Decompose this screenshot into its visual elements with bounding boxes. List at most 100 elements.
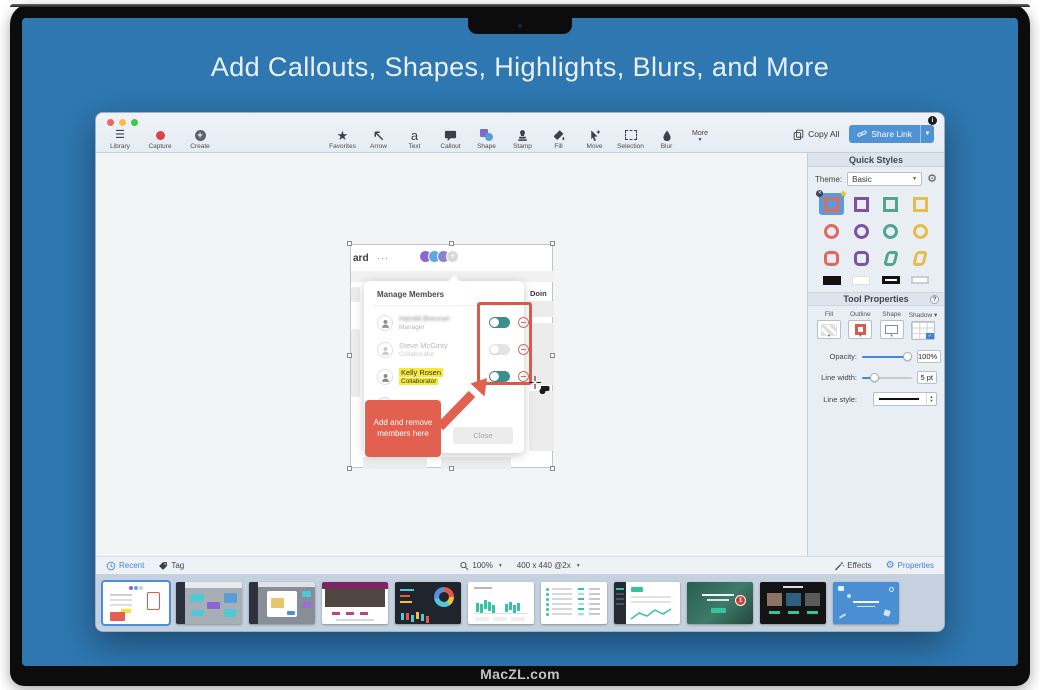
tool-favorites[interactable]: ★ Favorites xyxy=(329,128,356,150)
line-width-value[interactable]: 5 pt xyxy=(917,371,937,384)
style-swatch-circle-red[interactable] xyxy=(819,220,844,242)
style-swatch-outline-black[interactable] xyxy=(878,274,903,286)
resize-handle-e[interactable] xyxy=(550,353,555,358)
callout-tool-cursor xyxy=(529,376,551,394)
zoom-control[interactable]: 100% ▼ xyxy=(459,561,502,571)
outline-property[interactable]: Outline ▼ xyxy=(847,311,873,340)
theme-gear-icon[interactable]: ⚙ xyxy=(927,174,937,185)
thumbnail-dark-dashboard[interactable] xyxy=(395,582,461,624)
resize-handle-n[interactable] xyxy=(449,241,454,246)
fill-property[interactable]: Fill ▼ xyxy=(816,311,842,340)
window-toolbar: ☰ Library Capture + Create ★ F xyxy=(96,113,944,153)
thumbnail-nature-hero[interactable]: 1 xyxy=(687,582,753,624)
shape-property[interactable]: Shape ▼ xyxy=(879,311,905,340)
resize-handle-nw[interactable] xyxy=(347,241,352,246)
copy-all-button[interactable]: Copy All xyxy=(793,129,839,140)
arrow-icon xyxy=(372,128,385,142)
traffic-lights xyxy=(107,119,138,126)
style-swatch-slant-yellow[interactable] xyxy=(908,247,933,269)
tool-arrow[interactable]: Arrow xyxy=(365,128,392,150)
tool-callout[interactable]: Callout xyxy=(437,128,464,150)
tool-fill[interactable]: Fill xyxy=(545,128,572,150)
callout-icon xyxy=(444,128,457,142)
create-button[interactable]: + Create xyxy=(184,129,216,150)
tool-move[interactable]: Move xyxy=(581,128,608,150)
line-style-select[interactable]: ▲▼ xyxy=(873,392,937,406)
effects-button[interactable]: Effects xyxy=(834,561,871,571)
tool-text[interactable]: a Text xyxy=(401,128,428,150)
member-role-highlighted: Collaborator xyxy=(399,378,438,385)
shadow-property[interactable]: Shadow ▾ ✓ xyxy=(910,311,936,340)
info-icon[interactable]: i xyxy=(928,116,937,125)
edited-image[interactable]: ard ··· + Doin Manage Members xyxy=(350,244,553,468)
resize-handle-se[interactable] xyxy=(550,466,555,471)
resize-handle-s[interactable] xyxy=(449,466,454,471)
theme-select[interactable]: Basic ▼ xyxy=(847,172,922,186)
style-swatch-filled-white[interactable] xyxy=(849,274,874,286)
tool-shape[interactable]: Shape xyxy=(473,128,500,150)
status-bar: Recent Tag 100% ▼ 400 x 440 @2x xyxy=(96,556,944,574)
tag-button[interactable]: Tag xyxy=(158,561,184,571)
style-swatch-square-teal[interactable] xyxy=(878,193,903,215)
user-avatar-icon xyxy=(377,342,393,358)
thumbnail-snagit-welcome[interactable] xyxy=(833,582,899,624)
thumbnail-manage-members[interactable] xyxy=(103,582,169,624)
style-swatch-square-purple[interactable] xyxy=(849,193,874,215)
thumbnail-admin-dashboard[interactable] xyxy=(614,582,680,624)
minimize-window-button[interactable] xyxy=(119,119,126,126)
style-swatch-circle-purple[interactable] xyxy=(849,220,874,242)
style-swatch-circle-teal[interactable] xyxy=(878,220,903,242)
thumbnail-product-grid[interactable] xyxy=(760,582,826,624)
opacity-slider[interactable] xyxy=(862,352,912,361)
blur-icon xyxy=(661,128,673,142)
style-swatch-slant-teal[interactable] xyxy=(878,247,903,269)
right-panel: Quick Styles Theme: Basic ▼ ⚙ ✕ ★ xyxy=(807,153,944,556)
zoom-window-button[interactable] xyxy=(131,119,138,126)
remove-style-icon[interactable]: ✕ xyxy=(816,190,823,197)
record-icon xyxy=(156,131,165,140)
board-avatars: + xyxy=(419,250,459,263)
user-avatar-icon xyxy=(377,369,393,385)
share-link-button[interactable]: Share Link xyxy=(849,125,920,143)
library-button[interactable]: ☰ Library xyxy=(104,129,136,150)
resize-handle-w[interactable] xyxy=(347,353,352,358)
style-swatch-filled-black[interactable] xyxy=(819,274,844,286)
member-name: Steve McGinty xyxy=(399,341,448,350)
tool-more[interactable]: More ▼ xyxy=(689,130,711,150)
link-icon xyxy=(857,129,867,139)
canvas-size-control[interactable]: 400 x 440 @2x ▼ xyxy=(517,561,581,570)
line-width-label: Line width: xyxy=(815,373,857,382)
tag-icon xyxy=(158,561,168,571)
style-swatch-square-yellow[interactable] xyxy=(908,193,933,215)
opacity-value[interactable]: 100% xyxy=(917,350,941,363)
hero-title: Add Callouts, Shapes, Highlights, Blurs,… xyxy=(22,52,1018,83)
solid-line-icon xyxy=(879,398,919,400)
thumbnail-purple-website[interactable] xyxy=(322,582,388,624)
properties-button[interactable]: ⚙ Properties xyxy=(886,561,934,571)
thumbnail-table-report[interactable] xyxy=(541,582,607,624)
editor-canvas: ard ··· + Doin Manage Members xyxy=(96,153,807,556)
tool-selection[interactable]: Selection xyxy=(617,128,644,150)
capture-button[interactable]: Capture xyxy=(144,129,176,150)
thumbnail-kanban-board[interactable] xyxy=(176,582,242,624)
close-window-button[interactable] xyxy=(107,119,114,126)
style-swatch-rounded-red[interactable] xyxy=(819,247,844,269)
help-icon[interactable]: ? xyxy=(930,295,939,304)
chevron-down-icon: ▼ xyxy=(576,563,581,569)
share-link-dropdown[interactable]: ▼ xyxy=(920,125,934,143)
laptop-frame: Add Callouts, Shapes, Highlights, Blurs,… xyxy=(10,4,1030,686)
annotation-callout[interactable]: Add and remove members here xyxy=(365,400,441,457)
thumbnail-kanban-popup[interactable] xyxy=(249,582,315,624)
style-swatch-outline-gray[interactable] xyxy=(908,274,933,286)
style-swatch-square-red-selected[interactable]: ✕ ★ xyxy=(819,193,844,215)
tool-stamp[interactable]: Stamp xyxy=(509,128,536,150)
thumbnail-user-report[interactable] xyxy=(468,582,534,624)
resize-handle-sw[interactable] xyxy=(347,466,352,471)
style-swatch-circle-yellow[interactable] xyxy=(908,220,933,242)
style-swatch-rounded-purple[interactable] xyxy=(849,247,874,269)
line-width-slider[interactable] xyxy=(862,373,912,382)
annotation-rectangle[interactable] xyxy=(477,302,532,385)
tool-blur[interactable]: Blur xyxy=(653,128,680,150)
recent-button[interactable]: Recent xyxy=(106,561,144,571)
resize-handle-ne[interactable] xyxy=(550,241,555,246)
